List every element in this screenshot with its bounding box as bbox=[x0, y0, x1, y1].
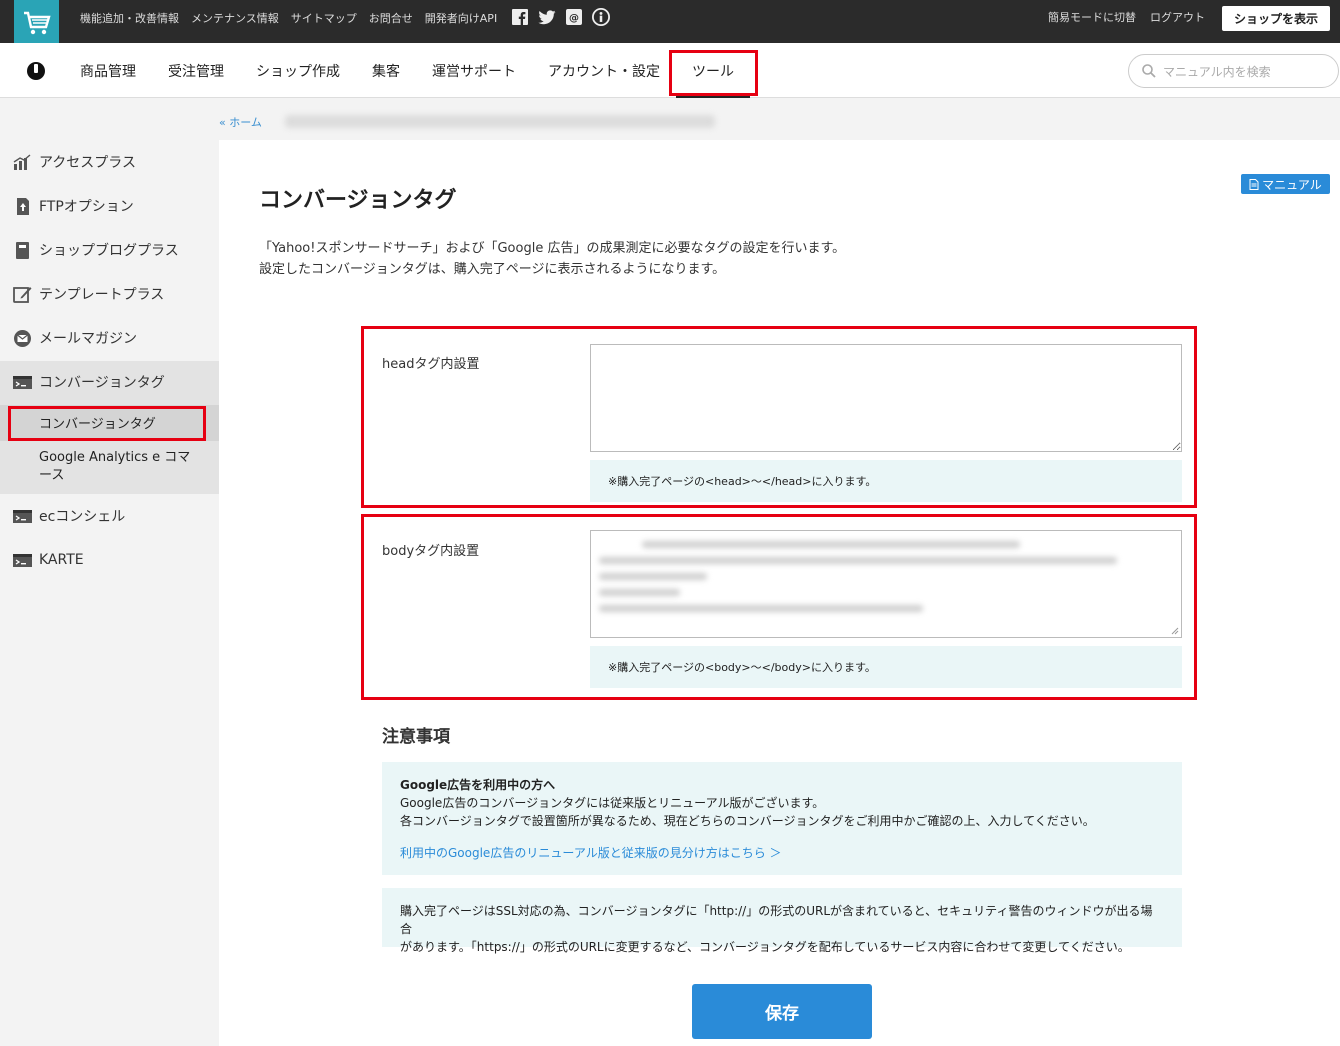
save-button[interactable]: 保存 bbox=[692, 984, 872, 1039]
svg-text:@: @ bbox=[569, 13, 579, 24]
caution-title: 注意事項 bbox=[382, 727, 450, 747]
page-description: 「Yahoo!スポンサードサーチ」および「Google 広告」の成果測定に必要な… bbox=[259, 238, 845, 280]
manual-button[interactable]: マニュアル bbox=[1241, 174, 1330, 194]
description-line: 「Yahoo!スポンサードサーチ」および「Google 広告」の成果測定に必要な… bbox=[259, 241, 846, 256]
nav-item-orders[interactable]: 受注管理 bbox=[168, 61, 224, 81]
body-tag-note: ※購入完了ページの<body>〜</body>に入ります。 bbox=[590, 646, 1182, 688]
top-link-api[interactable]: 開発者向けAPI bbox=[425, 10, 497, 26]
caution-text: があります。「https://」の形式のURLに変更するなど、コンバージョンタグ… bbox=[400, 940, 1130, 954]
sidebar-label: テンプレートプラス bbox=[39, 287, 165, 303]
upload-file-icon bbox=[17, 197, 29, 215]
resize-handle-icon[interactable] bbox=[1171, 627, 1179, 635]
sidebar-label: アクセスプラス bbox=[39, 155, 137, 171]
breadcrumb-blurred bbox=[285, 115, 715, 128]
nav-item-support[interactable]: 運営サポート bbox=[432, 61, 516, 81]
sidebar-item-blog-plus[interactable]: ショップブログプラス bbox=[0, 228, 219, 272]
top-links: 機能追加・改善情報 メンテナンス情報 サイトマップ お問合せ 開発者向けAPI bbox=[80, 0, 497, 36]
caution-text: 購入完了ページはSSL対応の為、コンバージョンタグに「http://」の形式のU… bbox=[400, 904, 1153, 936]
edit-icon bbox=[13, 286, 32, 303]
manual-search-input[interactable]: マニュアル内を検索 bbox=[1128, 54, 1339, 88]
social-icons: @ bbox=[511, 8, 610, 26]
main-nav: 商品管理 受注管理 ショップ作成 集客 運営サポート アカウント・設定 ツール … bbox=[0, 43, 1340, 98]
sidebar-item-conversion-tag[interactable]: コンバージョンタグ bbox=[0, 360, 219, 404]
nav-item-shop-build[interactable]: ショップ作成 bbox=[256, 61, 340, 81]
sidebar-item-ec-concierge[interactable]: ecコンシェル bbox=[0, 494, 219, 538]
search-placeholder: マニュアル内を検索 bbox=[1163, 64, 1271, 79]
top-link-features[interactable]: 機能追加・改善情報 bbox=[80, 10, 179, 26]
terminal-icon bbox=[13, 509, 32, 523]
terminal-icon bbox=[13, 375, 32, 389]
top-link-contact[interactable]: お問合せ bbox=[369, 10, 413, 26]
nav-item-account[interactable]: アカウント・設定 bbox=[548, 61, 660, 81]
chart-icon bbox=[13, 153, 31, 170]
sidebar-item-mail-magazine[interactable]: メールマガジン bbox=[0, 316, 219, 360]
terminal-icon bbox=[13, 553, 32, 567]
facebook-icon[interactable] bbox=[511, 8, 529, 26]
caution-text: 各コンバージョンタグで設置箇所が異なるため、現在どちらのコンバージョンタグをご利… bbox=[400, 814, 1095, 828]
sidebar-label: メールマガジン bbox=[39, 331, 137, 347]
sidebar-label: ショップブログプラス bbox=[39, 243, 179, 259]
caution-google-ads-title: Google広告を利用中の方へ bbox=[400, 778, 556, 792]
head-tag-textarea[interactable] bbox=[590, 344, 1182, 452]
top-bar: 機能追加・改善情報 メンテナンス情報 サイトマップ お問合せ 開発者向けAPI … bbox=[0, 0, 1340, 45]
body-tag-textarea[interactable] bbox=[590, 530, 1182, 638]
sidebar-item-ftp[interactable]: FTPオプション bbox=[0, 184, 219, 228]
nav-item-tools[interactable]: ツール bbox=[692, 61, 734, 81]
manual-button-label: マニュアル bbox=[1262, 177, 1322, 192]
sidebar-label: FTPオプション bbox=[39, 199, 134, 215]
top-link-maintenance[interactable]: メンテナンス情報 bbox=[191, 10, 279, 26]
nav-item-marketing[interactable]: 集客 bbox=[372, 61, 400, 81]
head-tag-note: ※購入完了ページの<head>〜</head>に入ります。 bbox=[590, 460, 1182, 502]
caution-ssl: 購入完了ページはSSL対応の為、コンバージョンタグに「http://」の形式のU… bbox=[382, 888, 1182, 954]
description-line: 設定したコンバージョンタグは、購入完了ページに表示されるようになります。 bbox=[259, 262, 726, 277]
google-ads-version-link[interactable]: 利用中のGoogle広告のリニューアル版と従来版の見分け方はこちら ＞ bbox=[400, 844, 1164, 862]
nav-active-indicator bbox=[676, 95, 750, 98]
sidebar-item-karte[interactable]: KARTE bbox=[0, 538, 219, 582]
breadcrumb-home[interactable]: « ホーム bbox=[219, 114, 262, 130]
logout-link[interactable]: ログアウト bbox=[1150, 9, 1205, 25]
mail-icon[interactable]: @ bbox=[565, 8, 583, 26]
blurred-tag-content bbox=[599, 541, 1139, 626]
sidebar-item-access-plus[interactable]: アクセスプラス bbox=[0, 140, 219, 184]
page-title: コンバージョンタグ bbox=[259, 188, 457, 213]
search-icon bbox=[1142, 64, 1156, 78]
top-link-sitemap[interactable]: サイトマップ bbox=[291, 10, 357, 26]
notebook-icon bbox=[16, 241, 29, 259]
twitter-icon[interactable] bbox=[538, 8, 556, 26]
nav-item-products[interactable]: 商品管理 bbox=[80, 61, 136, 81]
head-tag-label: headタグ内設置 bbox=[382, 357, 480, 372]
caution-text: Google広告のコンバージョンタグには従来版とリニューアル版がございます。 bbox=[400, 796, 825, 810]
simple-mode-link[interactable]: 簡易モードに切替 bbox=[1048, 9, 1136, 25]
body-tag-label: bodyタグ内設置 bbox=[382, 544, 480, 559]
sidebar-label: コンバージョンタグ bbox=[39, 375, 165, 391]
sidebar-subitem-google-analytics[interactable]: Google Analytics e コマース bbox=[39, 449, 199, 485]
view-shop-button[interactable]: ショップを表示 bbox=[1222, 6, 1330, 31]
caution-google-ads: Google広告を利用中の方へ Google広告のコンバージョンタグには従来版と… bbox=[382, 762, 1182, 875]
cart-logo-icon[interactable] bbox=[14, 0, 59, 45]
sidebar-label: KARTE bbox=[39, 552, 84, 568]
brand-logo-icon[interactable] bbox=[27, 62, 45, 80]
mail-icon bbox=[14, 329, 31, 347]
info-icon[interactable] bbox=[592, 8, 610, 26]
top-right-links: 簡易モードに切替 ログアウト bbox=[1048, 0, 1205, 34]
document-icon bbox=[1249, 178, 1259, 190]
sidebar-item-template-plus[interactable]: テンプレートプラス bbox=[0, 272, 219, 316]
sidebar-label: ecコンシェル bbox=[39, 509, 126, 525]
sidebar-subitem-conversion-tag[interactable]: コンバージョンタグ bbox=[39, 413, 156, 432]
